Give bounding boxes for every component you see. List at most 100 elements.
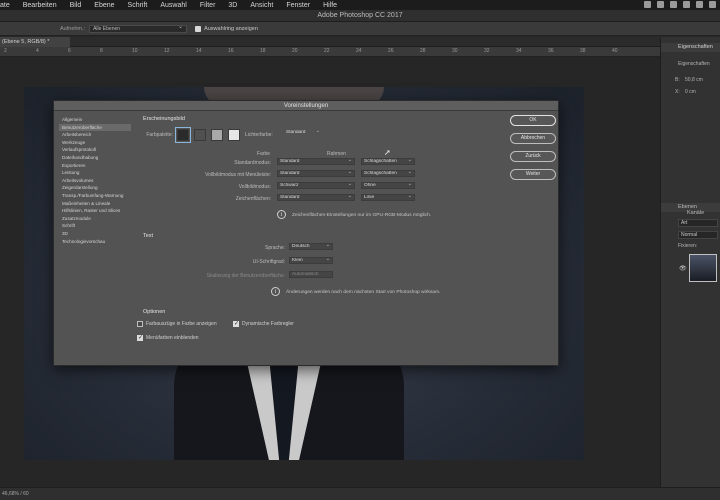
ruler-tick: 18 [260,48,266,54]
visibility-eye-icon[interactable]: 👁 [679,265,687,272]
ruler-tick: 14 [196,48,202,54]
artboards-label: Zeichenflächen: [235,196,271,202]
ok-button[interactable]: OK [510,115,556,126]
blend-mode-label: Normal [681,232,698,238]
document-tab[interactable]: (Ebene 5, RGB/8) * [0,37,70,47]
menu-extras [644,1,716,8]
ruler-tick: 34 [516,48,522,54]
info-icon: i [271,287,280,296]
nav-item-scratch-disks[interactable]: Arbeitsvolumes [59,177,131,185]
cancel-button[interactable]: Abbrechen [510,133,556,144]
nav-item-workspace[interactable]: Arbeitsbereich [59,131,131,139]
status-icon[interactable] [696,1,703,8]
status-icon[interactable] [709,1,716,8]
width-value[interactable]: 50,8 cm [685,77,703,83]
x-value[interactable]: 0 cm [685,89,696,95]
nav-item-plugins[interactable]: Zusatzmodule [59,215,131,223]
nav-item-3d[interactable]: 3D [59,230,131,238]
fullscreen-menu-mode-color-select[interactable]: Standard [277,170,355,177]
x-label: X: [675,89,680,95]
menu-item-3d[interactable]: 3D [228,2,237,9]
ui-font-size-select[interactable]: Klein [289,257,333,264]
menu-item-file-partial[interactable]: ate [0,2,10,9]
options-bar: Aufnehm.: Alle Ebenen Auswahlring anzeig… [0,22,720,36]
layer-thumbnail[interactable] [689,254,717,282]
color-theme-swatch-lightest[interactable] [228,129,240,141]
fullscreen-menu-mode-border-select[interactable]: Schlagschatten [361,170,415,177]
status-icon[interactable] [644,1,651,8]
nav-item-general[interactable]: Allgemein [59,116,131,124]
nav-item-export[interactable]: Exportieren [59,162,131,170]
right-panel: Eigenschaften Eigenschaften B: 50,8 cm X… [660,37,720,487]
standard-mode-color-select[interactable]: Standard [277,158,355,165]
menu-item-help[interactable]: Hilfe [323,2,337,9]
tab-channels[interactable]: Kanäle [687,210,704,216]
properties-panel-header[interactable]: Eigenschaften [661,43,720,52]
ui-font-size-label: UI-Schriftgrad: [252,259,285,265]
appearance-section-title: Erscheinungsbild [143,116,185,122]
menu-item-image[interactable]: Bild [70,2,82,9]
dynamic-sliders-checkbox-row[interactable]: Dynamische Farbregler [233,320,294,327]
layer-kind-filter[interactable]: Art [678,219,718,227]
highlight-color-select[interactable]: Standard [284,130,322,137]
menu-item-layer[interactable]: Ebene [94,2,114,9]
ruler-tick: 20 [292,48,298,54]
status-icon[interactable] [657,1,664,8]
preferences-content: Erscheinungsbild Farbpalette: Lichterfar… [137,115,487,360]
nav-item-performance[interactable]: Leistung [59,169,131,177]
dynamic-sliders-checkbox[interactable] [233,320,239,327]
fullscreen-mode-color-select[interactable]: Schwarz [277,182,355,189]
menu-colors-checkbox[interactable] [137,334,143,341]
menu-item-window[interactable]: Fenster [286,2,310,9]
layer-kind-label: Art [681,220,688,226]
color-channels-checkbox-row[interactable]: Farbauszüge in Farbe anzeigen [137,321,217,327]
app-title: Adobe Photoshop CC 2017 [317,12,403,19]
color-theme-swatch-light[interactable] [211,129,223,141]
menu-item-select[interactable]: Auswahl [160,2,186,9]
horizontal-ruler[interactable]: 2 4 6 8 10 12 14 16 18 20 22 24 26 28 30… [0,47,660,57]
nav-item-guides-grid[interactable]: Hilfslinien, Raster und Slices [59,207,131,215]
menu-item-filter[interactable]: Filter [200,2,216,9]
nav-item-history-log[interactable]: Verlaufsprotokoll [59,146,131,154]
nav-item-file-handling[interactable]: Dateihandhabung [59,154,131,162]
color-channels-checkbox[interactable] [137,321,143,327]
ruler-tick: 38 [580,48,586,54]
standard-mode-border-select[interactable]: Schlagschatten [361,158,415,165]
nav-item-tech-preview[interactable]: Technologievorschau [59,238,131,246]
blend-mode-select[interactable]: Normal [678,231,718,239]
ruler-tick: 26 [388,48,394,54]
artboards-color-select[interactable]: Standard [277,194,355,201]
app-title-bar: Adobe Photoshop CC 2017 [0,10,720,22]
ui-scaling-select[interactable]: Automatisch [289,271,333,278]
nav-item-interface[interactable]: Benutzeroberfläche [59,123,131,132]
status-icon[interactable] [670,1,677,8]
ruler-tick: 6 [68,48,71,54]
status-bar: 46,68% / 60 [0,487,720,500]
fullscreen-menu-mode-label: Vollbildmodus mit Menüleiste: [205,172,271,178]
nav-item-cursors[interactable]: Zeigerdarstellung [59,184,131,192]
zoom-readout[interactable]: 46,68% / 60 [2,491,29,497]
language-select[interactable]: Deutsch [289,243,333,250]
menu-item-view[interactable]: Ansicht [250,2,273,9]
next-button[interactable]: Weiter [510,169,556,180]
menu-item-edit[interactable]: Bearbeiten [23,2,57,9]
status-icon[interactable] [683,1,690,8]
nav-item-type[interactable]: Schrift [59,222,131,230]
show-ring-checkbox[interactable] [195,25,202,32]
nav-item-tools[interactable]: Werkzeuge [59,139,131,147]
sample-select[interactable]: Alle Ebenen [89,24,188,33]
menu-colors-checkbox-row[interactable]: Menüfarben einblenden [137,334,199,341]
artboards-border-select[interactable]: Linie [361,194,415,201]
artboards-info-text: Zeichenflächen-Einstellungen nur im GPU-… [292,212,432,218]
ruler-tick: 12 [164,48,170,54]
ruler-tick: 36 [548,48,554,54]
nav-item-transparency[interactable]: Transp./Farbumfang-Warnung [59,192,131,200]
fullscreen-mode-label: Vollbildmodus: [238,184,271,190]
restart-info-text: Änderungen werden nach dem nächsten Star… [286,289,441,295]
color-theme-swatch-darkest[interactable] [175,127,191,143]
color-theme-swatch-dark[interactable] [194,129,206,141]
fullscreen-mode-border-select[interactable]: Ohne [361,182,415,189]
nav-item-units-rulers[interactable]: Maßeinheiten & Lineale [59,200,131,208]
menu-item-type[interactable]: Schrift [128,2,148,9]
back-button[interactable]: Zurück [510,151,556,162]
